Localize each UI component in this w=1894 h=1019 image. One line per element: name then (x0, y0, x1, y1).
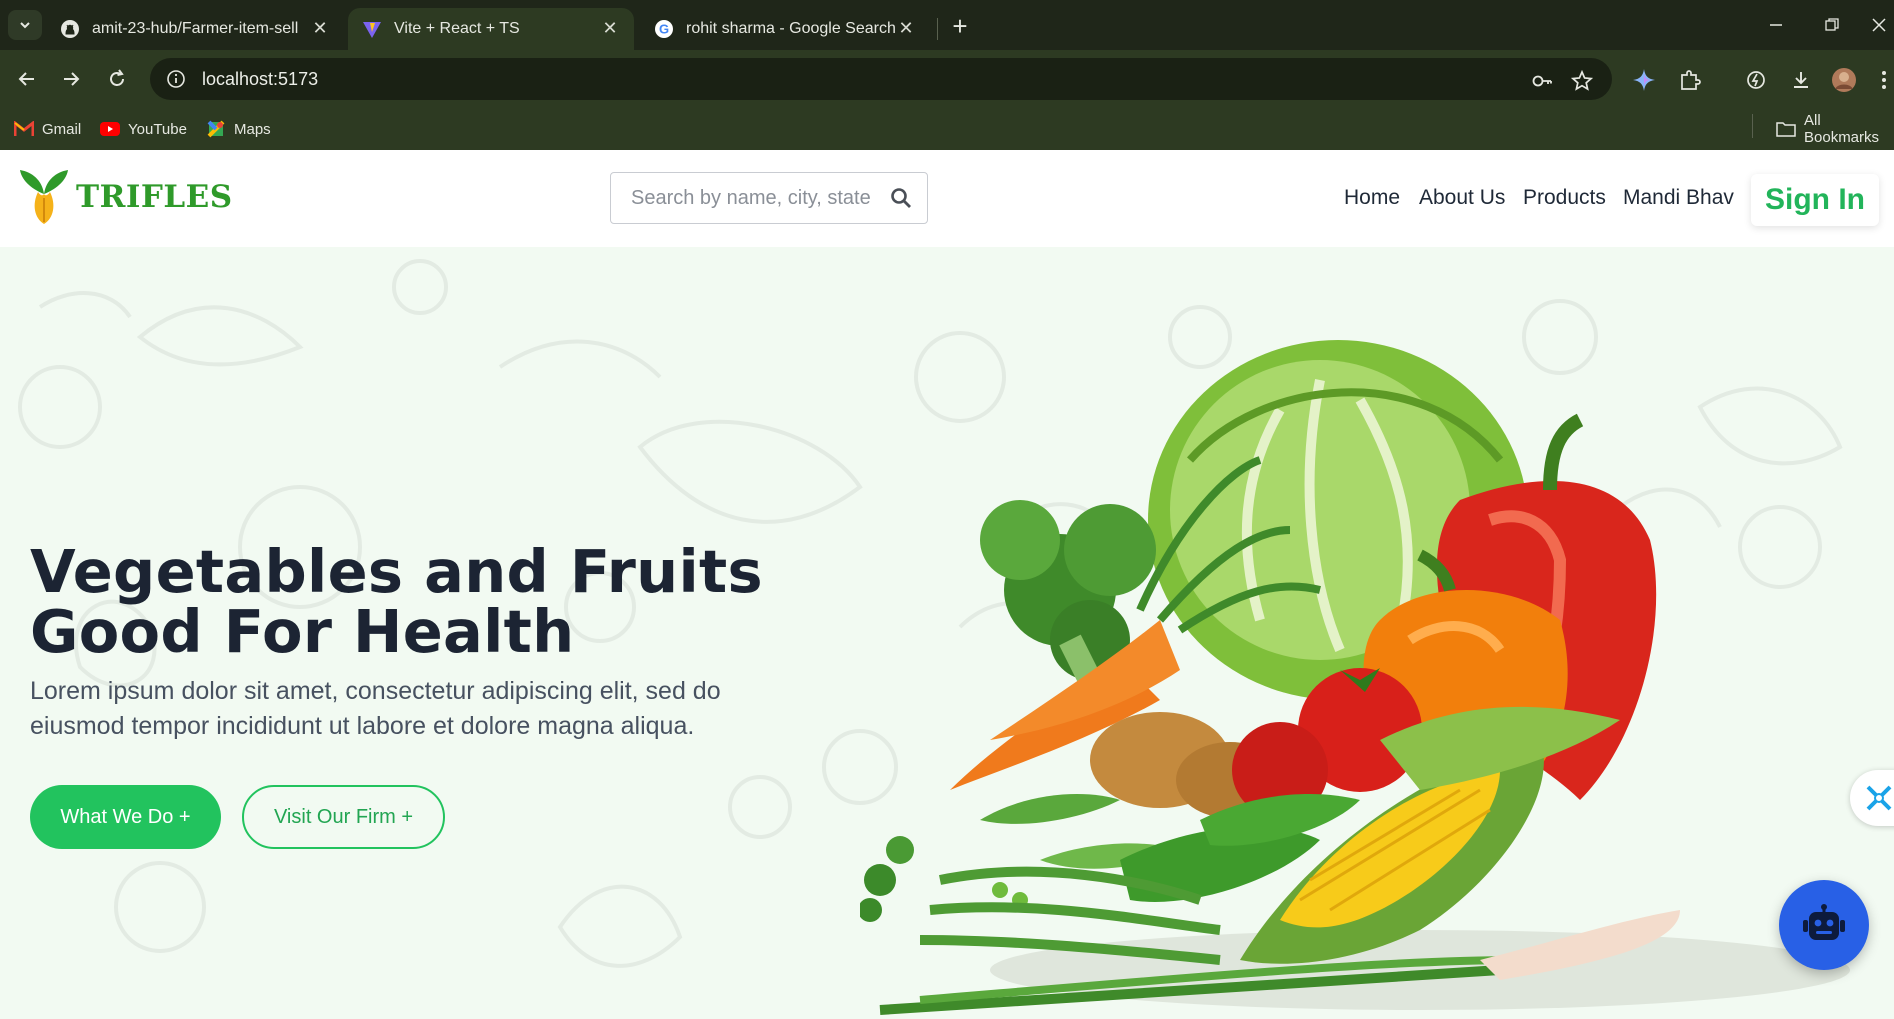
nav-products[interactable]: Products (1523, 186, 1606, 210)
chatbot-button[interactable] (1779, 880, 1869, 970)
hero-headline-line2: Good For Health (30, 597, 575, 666)
extensions-icon[interactable] (1676, 66, 1704, 94)
parsley-illustration (860, 836, 914, 922)
tab-search-button[interactable] (8, 10, 42, 40)
download-icon[interactable] (1787, 66, 1815, 94)
bookmark-gmail[interactable]: Gmail (14, 116, 81, 142)
folder-icon (1776, 120, 1796, 138)
bookmark-maps[interactable]: Maps (206, 116, 271, 142)
tab-vite[interactable]: Vite + React + TS ✕ (348, 8, 634, 50)
close-window-button[interactable] (1864, 10, 1894, 40)
bookmark-label: Gmail (42, 120, 82, 138)
what-we-do-button[interactable]: What We Do + (30, 785, 221, 849)
bookmark-label: YouTube (128, 120, 187, 138)
profile-avatar[interactable] (1830, 66, 1858, 94)
bookmark-label: Maps (234, 120, 271, 138)
reload-icon (110, 69, 124, 86)
site-logo[interactable]: TRIFLES (18, 168, 233, 226)
forward-button[interactable] (56, 64, 86, 94)
site-info-icon[interactable] (164, 67, 188, 91)
arrow-right-icon (64, 72, 80, 86)
hero-subtitle: Lorem ipsum dolor sit amet, consectetur … (30, 677, 721, 740)
restore-icon (1825, 18, 1839, 31)
menu-dots-icon[interactable] (1874, 66, 1894, 94)
search-icon[interactable] (889, 186, 913, 210)
nav-about-us[interactable]: About Us (1419, 186, 1505, 210)
bookmark-label: All Bookmarks (1804, 112, 1880, 146)
maps-icon (206, 120, 226, 138)
url-text: localhost:5173 (202, 68, 319, 89)
github-icon (60, 19, 80, 39)
minimize-icon (1770, 24, 1782, 26)
robot-icon (1803, 904, 1845, 940)
hero-headline: Vegetables and Fruits Good For Health (30, 542, 763, 662)
gemini-icon[interactable] (1630, 66, 1658, 94)
browser-toolbar: localhost:5173 (0, 50, 1894, 108)
all-bookmarks[interactable]: All Bookmarks (1776, 112, 1894, 146)
bookmarks-bar: Gmail YouTube Maps All Bookmarks (0, 108, 1894, 150)
new-tab-button[interactable]: + (945, 11, 975, 41)
chevron-down-icon (20, 22, 30, 29)
close-tab-icon[interactable]: ✕ (896, 18, 916, 38)
arrow-left-icon (18, 72, 34, 86)
web-page: TRIFLES Home About Us Products Mandi Bha… (0, 150, 1894, 1019)
minimize-button[interactable] (1756, 10, 1796, 40)
vite-icon (362, 19, 382, 39)
close-tab-icon[interactable]: ✕ (310, 18, 330, 38)
close-icon (1872, 18, 1886, 32)
bookmark-separator (1752, 114, 1753, 138)
restore-button[interactable] (1812, 10, 1852, 40)
bookmark-youtube[interactable]: YouTube (100, 116, 187, 142)
password-key-icon[interactable] (1528, 67, 1556, 95)
vegetables-illustration (860, 340, 1850, 1015)
tab-github[interactable]: amit-23-hub/Farmer-item-sell ✕ (46, 8, 344, 50)
youtube-icon (100, 120, 120, 138)
tab-title: rohit sharma - Google Search (686, 20, 896, 37)
tab-separator (937, 18, 938, 40)
browser-tab-bar: amit-23-hub/Farmer-item-sell ✕ Vite + Re… (0, 0, 1894, 50)
close-tab-icon[interactable]: ✕ (600, 18, 620, 38)
visit-our-firm-button[interactable]: Visit Our Firm + (242, 785, 445, 849)
tab-title: Vite + React + TS (394, 20, 520, 37)
address-bar[interactable]: localhost:5173 (150, 58, 1612, 100)
site-search-input[interactable] (631, 186, 871, 210)
back-button[interactable] (12, 64, 42, 94)
performance-icon[interactable] (1742, 66, 1770, 94)
tools-icon (1866, 785, 1892, 811)
site-search-box (610, 172, 928, 224)
tab-google[interactable]: G rohit sharma - Google Search ✕ (640, 8, 930, 50)
nav-home[interactable]: Home (1344, 186, 1400, 210)
sign-in-button[interactable]: Sign In (1751, 174, 1879, 226)
leaf-logo-icon (20, 170, 68, 224)
reload-button[interactable] (102, 64, 132, 94)
google-icon: G (654, 19, 674, 39)
tab-title: amit-23-hub/Farmer-item-sell (92, 20, 299, 37)
bookmark-star-icon[interactable] (1568, 67, 1596, 95)
hero-headline-line1: Vegetables and Fruits (30, 537, 763, 606)
nav-mandi-bhav[interactable]: Mandi Bhav (1623, 186, 1734, 210)
gmail-icon (14, 120, 34, 138)
site-header: TRIFLES Home About Us Products Mandi Bha… (0, 150, 1894, 247)
svg-text:G: G (659, 22, 669, 37)
brand-name: TRIFLES (76, 179, 233, 215)
